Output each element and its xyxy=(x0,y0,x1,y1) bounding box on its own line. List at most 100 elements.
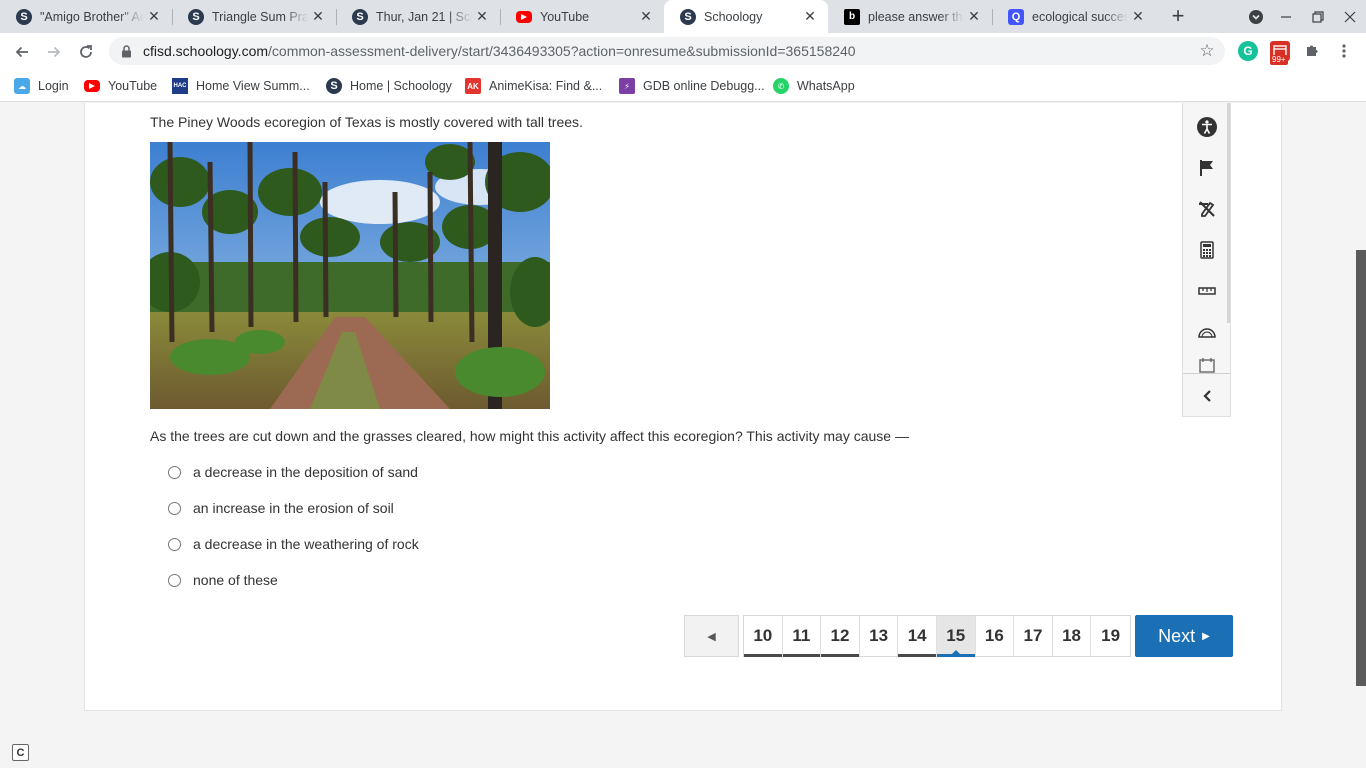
lightning-icon: ⚡ xyxy=(619,78,635,94)
bookmark-whatsapp[interactable]: ✆ WhatsApp xyxy=(773,76,855,96)
protractor-icon[interactable] xyxy=(1195,320,1219,344)
tab-search-icon[interactable] xyxy=(1240,0,1272,33)
back-button[interactable] xyxy=(8,38,36,66)
bookmark-gdb-online[interactable]: ⚡ GDB online Debugg... xyxy=(619,76,765,96)
forward-button[interactable] xyxy=(40,38,68,66)
extension-badge: 99+ xyxy=(1270,55,1288,65)
bookmark-label: Login xyxy=(38,79,69,93)
close-icon[interactable]: ✕ xyxy=(800,7,820,27)
tab-title: ecological success xyxy=(1032,9,1128,24)
chrome-menu-icon[interactable] xyxy=(1334,41,1354,61)
answer-choice[interactable]: an increase in the erosion of soil xyxy=(168,500,394,516)
page-button[interactable]: 19 xyxy=(1091,616,1130,656)
bookmark-label: WhatsApp xyxy=(797,79,855,93)
radio-button[interactable] xyxy=(168,573,181,587)
pencil-off-icon[interactable] xyxy=(1195,197,1219,221)
extension-c-icon[interactable]: C xyxy=(12,744,29,761)
page-button[interactable]: 12 xyxy=(821,616,860,657)
hac-icon: HAC xyxy=(172,78,188,94)
quizlet-icon: Q xyxy=(1008,8,1024,25)
tab-thur-jan-21[interactable]: S Thur, Jan 21 | Scho ✕ xyxy=(336,0,500,33)
bookmark-label: GDB online Debugg... xyxy=(643,79,765,93)
tab-title: please answer this xyxy=(868,9,964,24)
tab-triangle-sum[interactable]: S Triangle Sum Prac ✕ xyxy=(172,0,336,33)
page-button[interactable]: 14 xyxy=(898,616,937,657)
page-button[interactable]: 13 xyxy=(859,616,899,656)
schoology-icon: S xyxy=(16,8,32,25)
tab-strip: S "Amigo Brother" Ac ✕ S Triangle Sum Pr… xyxy=(0,0,1366,33)
youtube-icon xyxy=(84,80,100,92)
schoology-icon: S xyxy=(188,8,204,25)
new-tab-button[interactable]: + xyxy=(1166,3,1190,28)
close-icon[interactable]: ✕ xyxy=(1128,7,1148,27)
bookmark-label: YouTube xyxy=(108,79,158,93)
tab-ecological-succession[interactable]: Q ecological success ✕ xyxy=(992,0,1156,33)
radio-button[interactable] xyxy=(168,465,181,479)
answer-choice[interactable]: a decrease in the weathering of rock xyxy=(168,536,419,552)
answer-choice[interactable]: a decrease in the deposition of sand xyxy=(168,464,418,480)
close-icon[interactable]: ✕ xyxy=(636,7,656,27)
next-button[interactable]: Next ▶ xyxy=(1135,615,1233,657)
accessibility-icon[interactable] xyxy=(1195,115,1219,139)
radio-button[interactable] xyxy=(168,537,181,551)
tab-title: "Amigo Brother" Ac xyxy=(40,9,144,24)
tool-rail xyxy=(1182,103,1231,417)
tab-title: Thur, Jan 21 | Scho xyxy=(376,9,472,24)
caret-left-icon: ◀ xyxy=(707,630,716,643)
lock-icon[interactable] xyxy=(119,44,133,58)
url-host: cfisd.schoology.com xyxy=(143,43,269,59)
calendar-icon[interactable] xyxy=(1195,357,1219,373)
cloud-icon: ☁ xyxy=(14,78,30,94)
bookmark-youtube[interactable]: YouTube xyxy=(84,76,157,96)
tab-title: Triangle Sum Prac xyxy=(212,9,308,24)
page-scrollbar-thumb[interactable] xyxy=(1356,250,1366,686)
bookmark-login[interactable]: ☁ Login xyxy=(14,76,69,96)
page-button-current[interactable]: 15 xyxy=(936,616,976,657)
youtube-icon xyxy=(516,10,532,23)
reload-icon xyxy=(80,45,92,58)
url-text: cfisd.schoology.com/common-assessment-de… xyxy=(143,43,856,59)
caret-right-icon: ▶ xyxy=(1202,630,1210,642)
chevron-left-icon[interactable] xyxy=(1195,384,1219,408)
close-icon[interactable]: ✕ xyxy=(308,7,328,27)
bookmark-label: Home | Schoology xyxy=(350,79,452,93)
close-window-icon[interactable] xyxy=(1334,0,1366,33)
bookmark-home-schoology[interactable]: S Home | Schoology xyxy=(326,76,452,96)
bookmark-home-view-summary[interactable]: HAC Home View Summ... xyxy=(172,76,310,96)
bookmark-label: Home View Summ... xyxy=(196,79,310,93)
page-button[interactable]: 17 xyxy=(1014,616,1053,656)
reload-button[interactable] xyxy=(72,38,100,66)
extensions-puzzle-icon[interactable] xyxy=(1302,41,1322,61)
answer-choice[interactable]: none of these xyxy=(168,572,278,588)
bookmark-label: AnimeKisa: Find &... xyxy=(489,79,603,93)
tab-youtube[interactable]: YouTube ✕ xyxy=(500,0,664,33)
grammarly-icon[interactable]: G xyxy=(1238,41,1258,61)
address-bar[interactable]: cfisd.schoology.com/common-assessment-de… xyxy=(109,37,1225,65)
tab-amigo-brother[interactable]: S "Amigo Brother" Ac ✕ xyxy=(0,0,172,33)
tab-please-answer-this[interactable]: b please answer this ✕ xyxy=(828,0,992,33)
page-button[interactable]: 10 xyxy=(744,616,783,657)
calculator-icon[interactable] xyxy=(1195,238,1219,262)
radio-button[interactable] xyxy=(168,501,181,515)
schoology-icon: S xyxy=(326,78,342,94)
minimize-icon[interactable] xyxy=(1270,0,1302,33)
close-icon[interactable]: ✕ xyxy=(144,7,164,27)
arrow-left-icon xyxy=(15,46,28,58)
close-icon[interactable]: ✕ xyxy=(964,7,984,27)
previous-page-button[interactable]: ◀ xyxy=(684,615,739,657)
choice-label: an increase in the erosion of soil xyxy=(193,500,394,516)
page-button[interactable]: 16 xyxy=(975,616,1015,656)
bookmark-animekisa[interactable]: AK AnimeKisa: Find &... xyxy=(465,76,602,96)
bookmark-star-icon[interactable]: ☆ xyxy=(1197,41,1217,61)
tool-rail-scrollbar[interactable] xyxy=(1227,103,1230,323)
tab-schoology[interactable]: S Schoology ✕ xyxy=(664,0,828,33)
schoology-icon: S xyxy=(352,8,368,25)
animekisa-icon: AK xyxy=(465,78,481,94)
flag-icon[interactable] xyxy=(1195,156,1219,180)
close-icon[interactable]: ✕ xyxy=(472,7,492,27)
choice-label: a decrease in the deposition of sand xyxy=(193,464,418,480)
page-button[interactable]: 11 xyxy=(782,616,822,657)
ruler-icon[interactable] xyxy=(1195,279,1219,303)
restore-icon[interactable] xyxy=(1302,0,1334,33)
page-button[interactable]: 18 xyxy=(1052,616,1092,656)
